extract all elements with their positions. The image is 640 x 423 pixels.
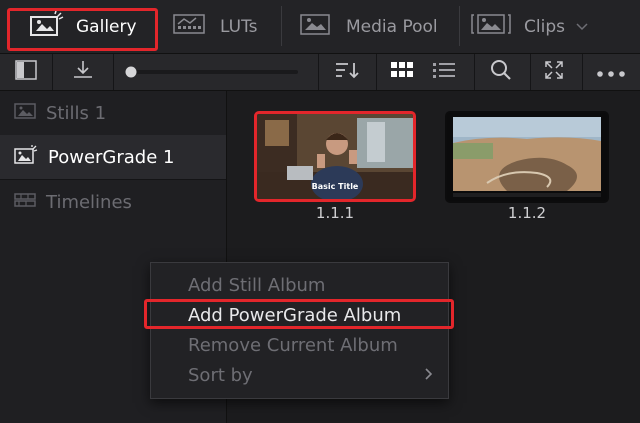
more-options-button[interactable] <box>588 54 634 90</box>
toolbar-separator <box>113 54 114 90</box>
clips-icon <box>470 11 516 42</box>
gallery-tab-highlight <box>7 8 158 51</box>
sidebar-item-label: PowerGrade 1 <box>48 146 175 168</box>
thumbnail-caption: 1.1.1 <box>315 204 355 222</box>
chevron-right-icon <box>424 365 434 386</box>
import-icon <box>72 60 94 84</box>
sidebar-item-stills-1[interactable]: Stills 1 <box>0 91 226 135</box>
sidebar-item-label: Stills 1 <box>46 102 107 124</box>
sort-icon <box>334 60 360 84</box>
fit-button[interactable] <box>536 54 572 90</box>
sidebar-item-powergrade-1[interactable]: PowerGrade 1 <box>0 135 226 179</box>
menu-item-label: Remove Current Album <box>188 334 398 356</box>
toolbar-separator <box>318 54 319 90</box>
media-pool-icon <box>298 11 334 42</box>
menu-item-sort-by[interactable]: Sort by <box>151 360 448 390</box>
gallery-toolbar <box>0 54 640 91</box>
fit-icon <box>544 60 564 84</box>
menu-item-label: Add Still Album <box>188 274 326 296</box>
stills-icon <box>14 102 36 125</box>
tab-media-pool[interactable]: Media Pool <box>298 0 438 53</box>
tab-clips[interactable]: Clips <box>470 0 589 53</box>
list-view-icon <box>432 61 456 83</box>
search-icon <box>490 59 512 85</box>
grid-view-button[interactable] <box>384 54 420 90</box>
tab-separator <box>281 6 282 46</box>
grid-view-icon <box>390 61 414 83</box>
toolbar-separator <box>530 54 531 90</box>
toolbar-separator <box>376 54 377 90</box>
chevron-down-icon <box>575 17 589 37</box>
menu-item-label: Sort by <box>188 364 253 386</box>
sidebar-toggle-button[interactable] <box>0 54 52 90</box>
context-menu: Add Still Album Add PowerGrade Album Rem… <box>150 262 449 399</box>
search-button[interactable] <box>482 54 520 90</box>
menu-item-highlight <box>144 299 454 329</box>
menu-item-remove-current-album[interactable]: Remove Current Album <box>151 330 448 360</box>
sidebar-item-label: Timelines <box>46 191 132 213</box>
sidebar-toggle-icon <box>15 60 37 84</box>
still-image-landscape <box>447 113 607 201</box>
powergrade-icon <box>14 144 38 170</box>
timelines-icon <box>14 192 36 213</box>
tab-media-pool-label: Media Pool <box>346 16 438 37</box>
sidebar-item-timelines[interactable]: Timelines <box>0 180 226 224</box>
tab-clips-label: Clips <box>524 16 565 37</box>
sort-button[interactable] <box>320 54 374 90</box>
thumbnail-overlay-text: Basic Title <box>311 182 359 191</box>
zoom-slider[interactable] <box>122 54 302 90</box>
still-thumbnail-1-1-2[interactable] <box>445 111 609 203</box>
thumbnail-caption: 1.1.2 <box>507 204 547 222</box>
import-button[interactable] <box>53 54 113 90</box>
list-view-button[interactable] <box>426 54 462 90</box>
tab-luts[interactable]: LUTs <box>172 0 258 53</box>
tab-separator <box>459 6 460 46</box>
tab-bar: Gallery LUTs Media Pool Clips <box>0 0 640 54</box>
menu-item-add-still-album[interactable]: Add Still Album <box>151 270 448 300</box>
still-thumbnail-1-1-1[interactable]: Basic Title <box>254 111 416 202</box>
tab-luts-label: LUTs <box>220 16 258 37</box>
toolbar-separator <box>582 54 583 90</box>
luts-icon <box>172 12 208 41</box>
toolbar-separator <box>474 54 475 90</box>
more-options-icon <box>596 63 626 82</box>
